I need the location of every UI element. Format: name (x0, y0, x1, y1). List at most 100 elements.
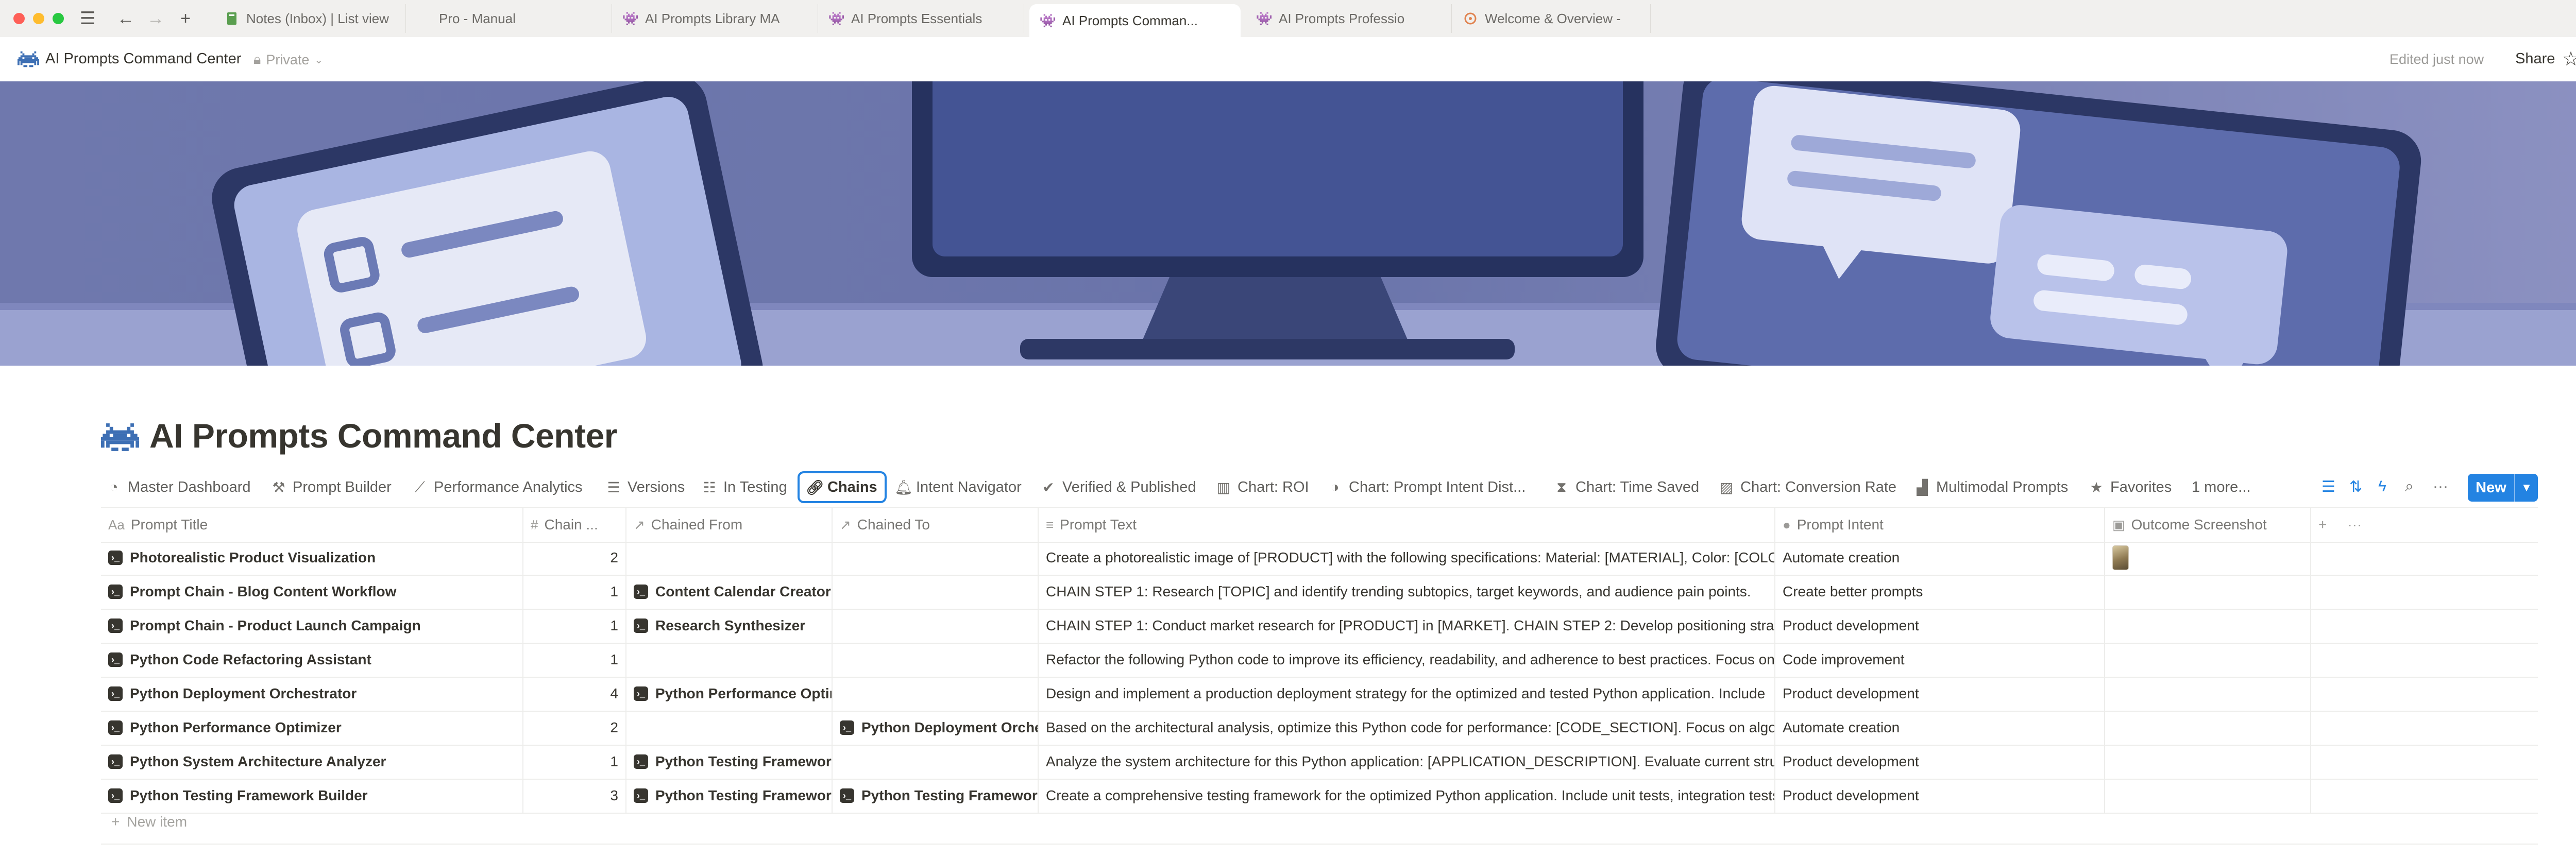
table-row[interactable]: ›_ Python Testing Framework Builder 3 ›_ P… (101, 779, 2538, 814)
prompt-intent-cell[interactable]: Automate creation (1775, 711, 2105, 745)
view-tab-chart-prompt-intent[interactable]: ◑ Chart: Prompt Intent Dist... (1327, 473, 1526, 502)
view-tab-favorites[interactable]: ★ Favorites (2089, 473, 2172, 502)
prompt-text-cell[interactable]: Analyze the system architecture for this… (1039, 745, 1775, 779)
view-tab-multimodal-prompts[interactable]: ▟ Multimodal Prompts (1914, 473, 2068, 502)
column-header-chained-to[interactable]: ↗ Chained To (833, 508, 1039, 542)
chained-from-cell[interactable] (626, 541, 833, 575)
chained-to-cell[interactable] (833, 575, 1039, 609)
column-header-chain[interactable]: # Chain ... (523, 508, 626, 542)
prompt-text-cell[interactable]: CHAIN STEP 1: Research [TOPIC] and ident… (1039, 575, 1775, 609)
column-header-outcome-screenshot[interactable]: ▣ Outcome Screenshot (2105, 508, 2311, 542)
share-button[interactable]: Share (2515, 50, 2555, 67)
prompt-text-cell[interactable]: CHAIN STEP 1: Conduct market research fo… (1039, 609, 1775, 643)
search-icon[interactable]: ⌕ (2405, 478, 2414, 495)
column-header-prompt-title[interactable]: Aa Prompt Title (101, 508, 523, 542)
chained-to-cell[interactable] (833, 643, 1039, 677)
prompt-intent-cell[interactable]: Product development (1775, 745, 2105, 779)
prompt-intent-cell[interactable]: Automate creation (1775, 541, 2105, 575)
row-title-cell[interactable]: ›_ Python Performance Optimizer (101, 711, 523, 745)
table-row[interactable]: ›_ Python Deployment Orchestrator 4 ›_ Pyt… (101, 677, 2538, 712)
close-window-button[interactable] (13, 13, 25, 24)
prompt-intent-cell[interactable]: Code improvement (1775, 643, 2105, 677)
table-row[interactable]: ›_ Prompt Chain - Product Launch Campaign… (101, 609, 2538, 644)
view-tab-in-testing[interactable]: ☷ In Testing (702, 473, 787, 502)
chain-count-cell[interactable]: 2 (523, 541, 626, 575)
browser-tab[interactable]: Welcome & Overview - (1452, 4, 1651, 33)
chained-to-cell[interactable]: ›_Python Testing Framework Builder (833, 779, 1039, 813)
outcome-screenshot-cell[interactable] (2105, 711, 2311, 745)
chain-count-cell[interactable]: 3 (523, 779, 626, 813)
view-tab-versions[interactable]: ☰ Versions (606, 473, 685, 502)
view-tab-chart-time-saved[interactable]: ⧗ Chart: Time Saved (1554, 473, 1699, 502)
row-title-cell[interactable]: ›_ Prompt Chain - Blog Content Workflow (101, 575, 523, 609)
browser-tab-active[interactable]: 👾 AI Prompts Comman... (1029, 4, 1241, 37)
prompt-text-cell[interactable]: Refactor the following Python code to im… (1039, 643, 1775, 677)
table-row[interactable]: ›_ Prompt Chain - Blog Content Workflow 1… (101, 575, 2538, 610)
browser-tab[interactable]: 👾 AI Prompts Library MA (612, 4, 818, 33)
column-header-prompt-intent[interactable]: ● Prompt Intent (1775, 508, 2105, 542)
prompt-intent-cell[interactable]: Product development (1775, 677, 2105, 711)
screenshot-thumbnail[interactable] (2112, 545, 2129, 570)
filter-icon[interactable]: ☰ (2321, 478, 2335, 496)
add-column-plus-icon[interactable]: + (2318, 517, 2327, 533)
minimize-window-button[interactable] (33, 13, 44, 24)
row-title-cell[interactable]: ›_ Prompt Chain - Product Launch Campaign (101, 609, 523, 643)
prompt-intent-cell[interactable]: Product development (1775, 609, 2105, 643)
view-tab-master-dashboard[interactable]: ◔ Master Dashboard (106, 473, 251, 502)
row-title-cell[interactable]: ›_ Python Testing Framework Builder (101, 779, 523, 813)
chained-from-cell[interactable]: ›_Python Testing Framework Builder (626, 745, 833, 779)
chained-from-cell[interactable]: ›_Python Testing Framework Builder (626, 779, 833, 813)
chained-to-cell[interactable]: ›_Python Deployment Orchestrator (833, 711, 1039, 745)
view-tab-chart-conversion-rate[interactable]: ▨ Chart: Conversion Rate (1719, 473, 1896, 502)
prompt-text-cell[interactable]: Create a comprehensive testing framework… (1039, 779, 1775, 813)
privacy-selector[interactable]: 🔒︎ Private ⌄ (253, 51, 323, 68)
outcome-screenshot-cell[interactable] (2105, 575, 2311, 609)
chained-from-cell[interactable] (626, 643, 833, 677)
table-row[interactable]: ›_ Photorealistic Product Visualization 2… (101, 541, 2538, 576)
browser-tab[interactable]: Notes (Inbox) | List view (213, 4, 406, 33)
prompt-intent-cell[interactable]: Product development (1775, 779, 2105, 813)
new-item-row[interactable]: + New item (111, 814, 187, 830)
outcome-screenshot-cell[interactable] (2105, 609, 2311, 643)
chained-from-cell[interactable]: ›_Python Performance Optimizer (626, 677, 833, 711)
chain-count-cell[interactable]: 1 (523, 745, 626, 779)
browser-tab[interactable]: 👾 AI Prompts Professio (1246, 4, 1452, 33)
view-tab-prompt-builder[interactable]: ⚒ Prompt Builder (271, 473, 391, 502)
outcome-screenshot-cell[interactable] (2105, 779, 2311, 813)
prompt-text-cell[interactable]: Design and implement a production deploy… (1039, 677, 1775, 711)
outcome-screenshot-cell[interactable] (2105, 745, 2311, 779)
prompt-text-cell[interactable]: Create a photorealistic image of [PRODUC… (1039, 541, 1775, 575)
column-header-chained-from[interactable]: ↗ Chained From (626, 508, 833, 542)
forward-arrow-icon[interactable]: → (145, 8, 166, 29)
chain-count-cell[interactable]: 1 (523, 609, 626, 643)
automation-bolt-icon[interactable]: ϟ (2378, 478, 2386, 495)
row-title-cell[interactable]: ›_ Photorealistic Product Visualization (101, 541, 523, 575)
chained-to-cell[interactable] (833, 541, 1039, 575)
chain-count-cell[interactable]: 2 (523, 711, 626, 745)
view-tab-verified-published[interactable]: ✔ Verified & Published (1041, 473, 1196, 502)
sidebar-menu-icon[interactable]: ☰ (77, 8, 98, 29)
view-tab-chart-roi[interactable]: ▥ Chart: ROI (1216, 473, 1309, 502)
table-row[interactable]: ›_ Python System Architecture Analyzer 1 … (101, 745, 2538, 780)
new-button[interactable]: New ▼ (2468, 474, 2538, 502)
prompt-text-cell[interactable]: Based on the architectural analysis, opt… (1039, 711, 1775, 745)
back-arrow-icon[interactable]: ← (115, 8, 136, 29)
chained-from-cell[interactable]: ›_ Research Synthesizer (626, 609, 833, 643)
column-header-prompt-text[interactable]: ≡ Prompt Text (1039, 508, 1775, 542)
sort-icon[interactable]: ⇅ (2349, 478, 2362, 496)
view-tab-performance-analytics[interactable]: ⟋ Performance Analytics (412, 473, 582, 502)
view-tab-more[interactable]: 1 more... (2192, 473, 2250, 502)
chained-to-cell[interactable] (833, 677, 1039, 711)
page-title[interactable]: AI Prompts Command Center (149, 416, 617, 455)
outcome-screenshot-cell[interactable] (2105, 541, 2311, 575)
chain-count-cell[interactable]: 1 (523, 575, 626, 609)
star-icon[interactable]: ☆ (2562, 47, 2576, 71)
new-tab-plus-icon[interactable]: + (175, 8, 196, 29)
chained-to-cell[interactable] (833, 745, 1039, 779)
table-row[interactable]: ›_ Python Performance Optimizer 2 ›_ Pytho… (101, 711, 2538, 746)
chevron-down-icon[interactable]: ▼ (2515, 481, 2538, 494)
row-title-cell[interactable]: ›_ Python Deployment Orchestrator (101, 677, 523, 711)
breadcrumb[interactable]: AI Prompts Command Center (45, 50, 241, 67)
row-title-cell[interactable]: ›_ Python Code Refactoring Assistant (101, 643, 523, 677)
table-row[interactable]: ›_ Python Code Refactoring Assistant 1 Re… (101, 643, 2538, 678)
